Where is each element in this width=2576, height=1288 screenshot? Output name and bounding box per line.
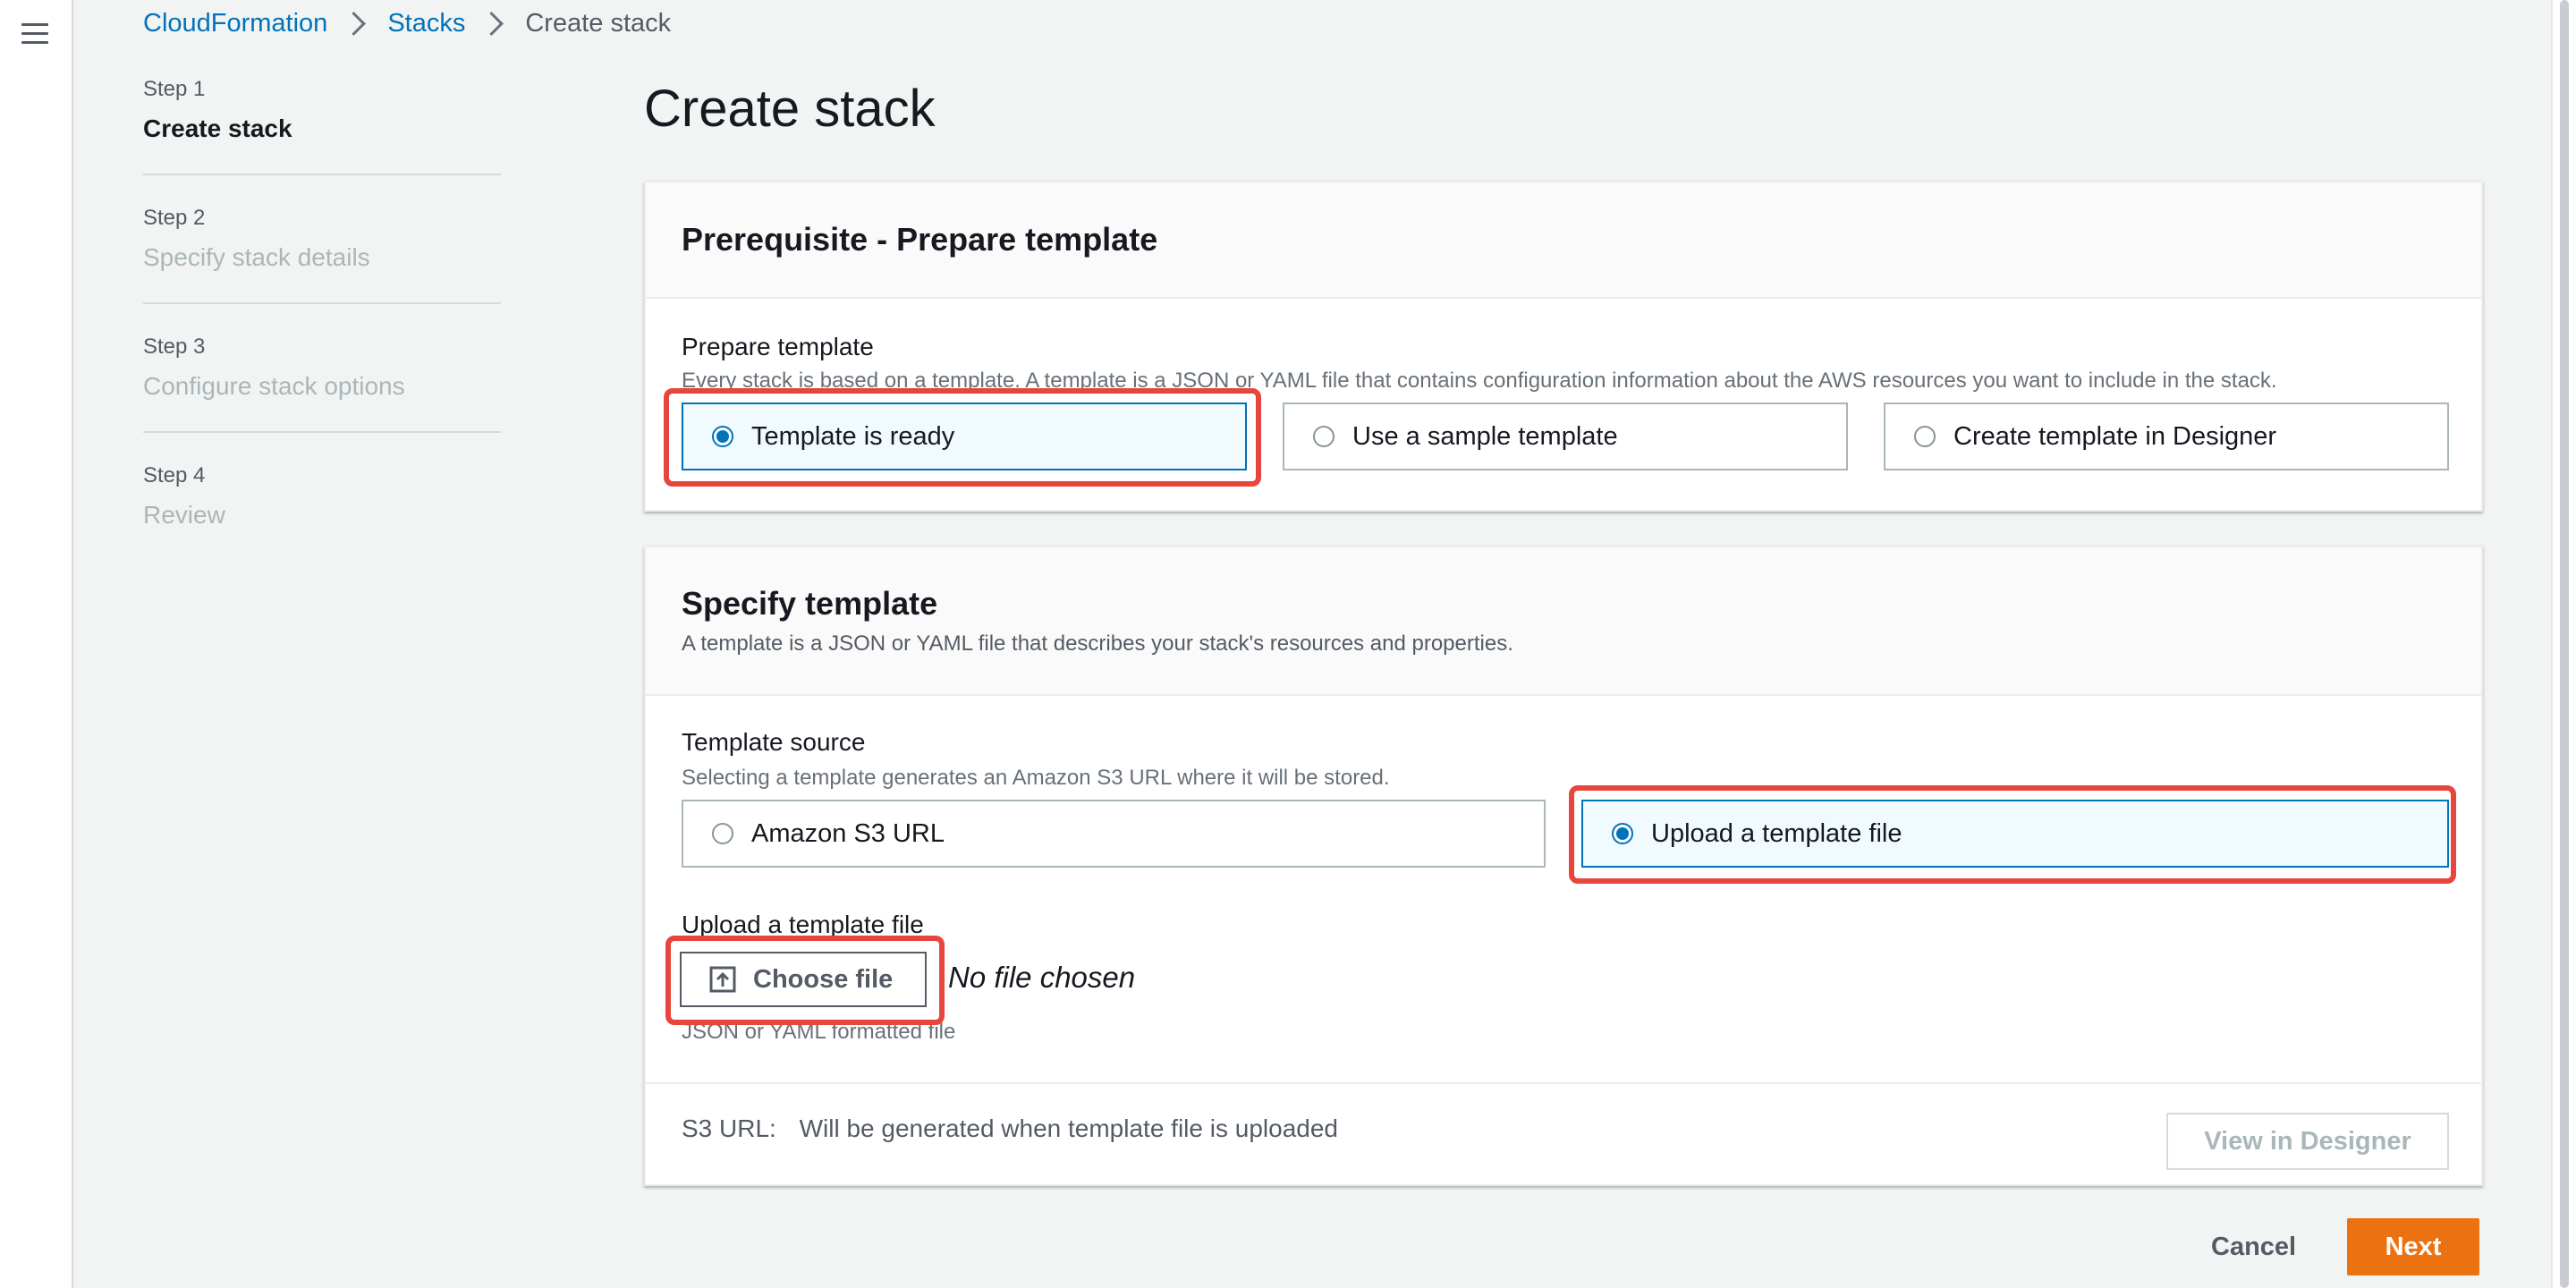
panel-header: Specify template A template is a JSON or… (646, 547, 2481, 696)
radio-icon[interactable] (712, 823, 733, 844)
option-s3-url[interactable]: Amazon S3 URL (682, 800, 1546, 868)
scrollbar[interactable] (2551, 0, 2576, 1288)
panel-header: Prerequisite - Prepare template (646, 182, 2481, 299)
step-number: Step 1 (143, 77, 206, 101)
breadcrumb-cloudformation[interactable]: CloudFormation (143, 9, 327, 38)
specify-template-panel: Specify template A template is a JSON or… (644, 546, 2483, 1186)
option-label: Upload a template file (1651, 818, 1902, 848)
radio-icon[interactable] (1612, 823, 1633, 844)
side-rail (0, 0, 73, 1288)
scrollbar-thumb[interactable] (2560, 0, 2569, 1288)
specify-template-description: A template is a JSON or YAML file that d… (682, 631, 1513, 656)
step-3: Step 3 Configure stack options (143, 335, 501, 433)
page-title: Create stack (644, 80, 936, 138)
upload-file-label: Upload a template file (682, 911, 924, 938)
s3-url-label: S3 URL: (682, 1114, 776, 1142)
chevron-right-icon (342, 11, 367, 36)
step-1: Step 1 Create stack (143, 77, 501, 175)
prepare-template-description: Every stack is based on a template. A te… (682, 369, 2277, 393)
specify-template-heading: Specify template (682, 585, 938, 622)
step-number: Step 4 (143, 463, 206, 487)
template-source-description: Selecting a template generates an Amazon… (682, 766, 1390, 790)
prerequisite-heading: Prerequisite - Prepare template (682, 221, 1158, 258)
template-source-label: Template source (682, 728, 866, 756)
choose-file-label: Choose file (753, 964, 894, 994)
cancel-button[interactable]: Cancel (2211, 1218, 2296, 1275)
s3-url-row: S3 URL: Will be generated when template … (682, 1114, 1338, 1143)
radio-icon[interactable] (1313, 426, 1335, 447)
option-sample-template[interactable]: Use a sample template (1283, 402, 1848, 470)
option-label: Create template in Designer (1953, 421, 2277, 451)
option-upload-file[interactable]: Upload a template file (1581, 800, 2449, 868)
wizard-steps: Step 1 Create stack Step 2 Specify stack… (143, 77, 501, 590)
file-format-hint: JSON or YAML formatted file (682, 1020, 956, 1044)
option-template-ready[interactable]: Template is ready (682, 402, 1247, 470)
divider (646, 1082, 2481, 1084)
breadcrumb-stacks[interactable]: Stacks (387, 9, 465, 38)
option-label: Amazon S3 URL (751, 818, 945, 848)
step-title: Specify stack details (143, 243, 370, 271)
step-title: Create stack (143, 114, 292, 142)
upload-icon (709, 966, 736, 993)
radio-icon[interactable] (1914, 426, 1936, 447)
chevron-right-icon (479, 11, 504, 36)
option-label: Template is ready (751, 421, 955, 451)
step-2: Step 2 Specify stack details (143, 206, 501, 304)
step-title: Review (143, 501, 225, 529)
prerequisite-panel: Prerequisite - Prepare template Prepare … (644, 181, 2483, 512)
step-number: Step 3 (143, 335, 206, 359)
option-designer-template[interactable]: Create template in Designer (1884, 402, 2449, 470)
option-label: Use a sample template (1352, 421, 1618, 451)
breadcrumb: CloudFormation Stacks Create stack (143, 7, 671, 39)
breadcrumb-current: Create stack (525, 8, 672, 38)
choose-file-button[interactable]: Choose file (680, 952, 927, 1007)
step-number: Step 2 (143, 206, 206, 230)
view-in-designer-button[interactable]: View in Designer (2166, 1113, 2449, 1170)
prepare-template-label: Prepare template (682, 333, 874, 360)
step-4: Step 4 Review (143, 463, 501, 560)
s3-url-value: Will be generated when template file is … (799, 1114, 1338, 1142)
step-title: Configure stack options (143, 372, 405, 400)
menu-icon[interactable] (21, 23, 48, 45)
next-button[interactable]: Next (2347, 1218, 2479, 1275)
radio-icon[interactable] (712, 426, 733, 447)
no-file-chosen-text: No file chosen (948, 961, 1136, 994)
